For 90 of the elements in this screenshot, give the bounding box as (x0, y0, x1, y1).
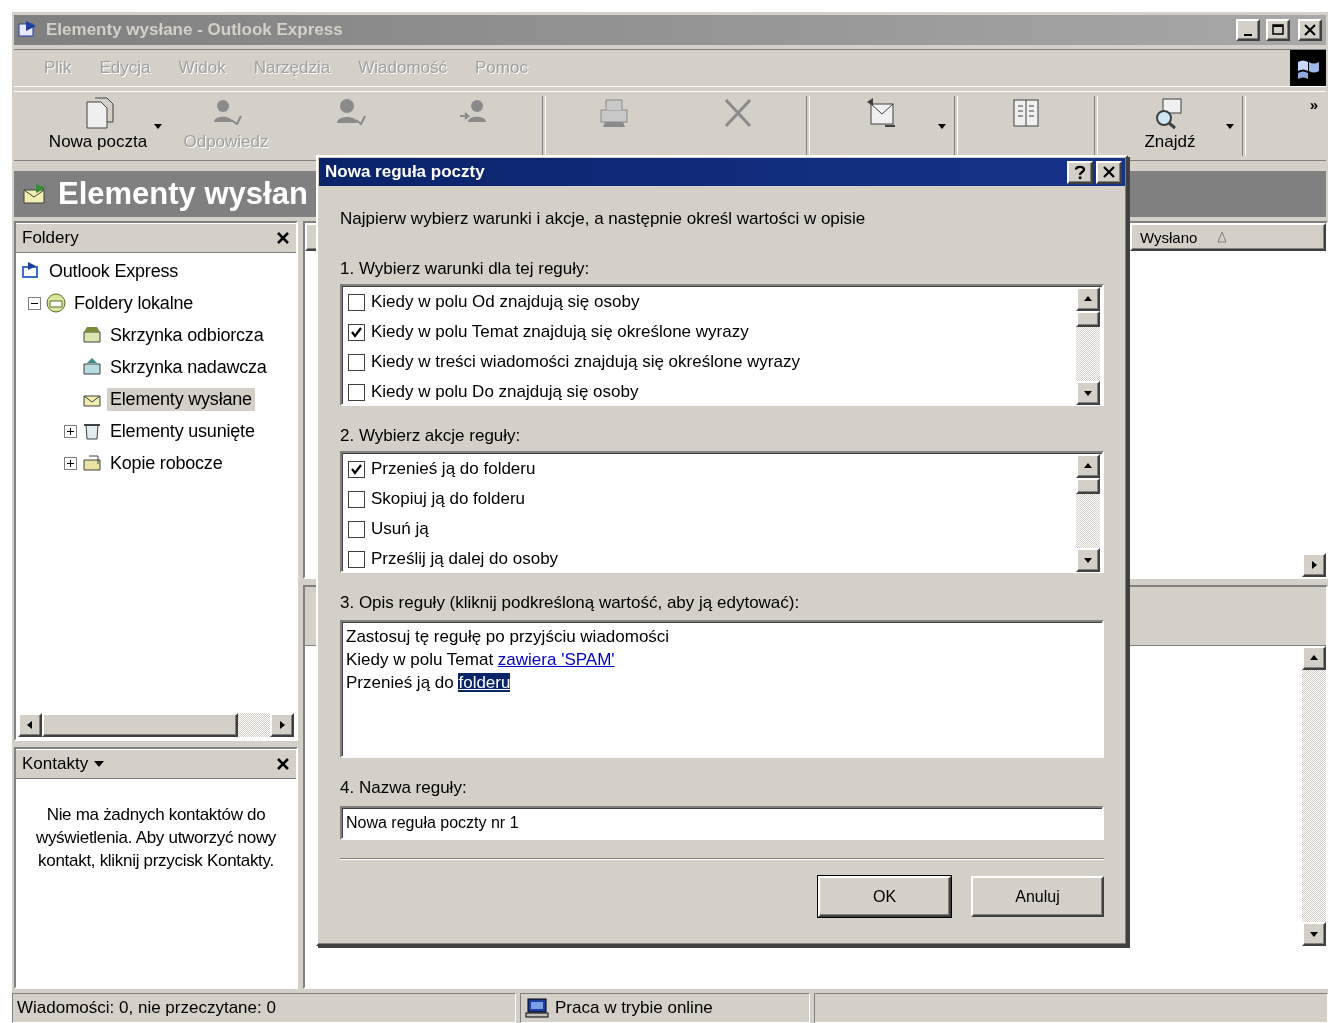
tree-item[interactable]: Foldery lokalne (71, 291, 197, 315)
link[interactable]: folderu (458, 673, 511, 692)
dialog-title: Nowa reguła poczty (325, 162, 486, 182)
checkbox-label: Przenieś ją do folderu (371, 459, 536, 479)
instruction-text: Najpierw wybierz warunki i akcje, a następnie określ wartości w opisie (340, 209, 867, 230)
checkbox[interactable] (348, 383, 365, 401)
section-label: 3. Opis reguły (kliknij podkreśloną wartość, aby ją edytować): (340, 593, 801, 613)
checkbox[interactable] (348, 293, 365, 311)
checkbox-label: Prześlij ją dalej do osoby (371, 549, 559, 569)
pane-title: Foldery (22, 228, 79, 248)
dialog-button[interactable]: OK (818, 876, 951, 917)
close-icon (1303, 24, 1317, 36)
checkbox-label: Kiedy w polu Od znajdują się osoby (371, 292, 640, 312)
drafts-icon (81, 452, 103, 474)
local-folders-icon (45, 292, 67, 314)
scrollbar[interactable] (18, 713, 294, 737)
maximize-icon (1271, 24, 1285, 36)
scrollbar[interactable] (1302, 646, 1326, 946)
checkbox-label: Usuń ją (371, 519, 429, 539)
close-icon[interactable] (276, 231, 290, 245)
checkbox-label: Kiedy w polu Do znajdują się osoby (371, 382, 639, 402)
input-field[interactable]: Nowa reguła poczty nr 1 (340, 806, 1104, 840)
scroll-thumb[interactable] (1076, 478, 1100, 494)
tree-item[interactable]: Outlook Express (46, 259, 182, 283)
description-line: Przenieś ją do folderu (346, 672, 512, 694)
status-text: Wiadomości: 0, nie przeczytane: 0 (12, 993, 516, 1023)
caret-icon (938, 124, 946, 130)
scroll-arrow-button[interactable] (1076, 287, 1100, 311)
caret-icon (1226, 124, 1234, 130)
outbox-icon (81, 356, 103, 378)
checkbox[interactable] (348, 323, 365, 341)
link[interactable]: zawiera 'SPAM' (497, 650, 615, 669)
close-icon (1103, 166, 1115, 178)
printer-icon (597, 96, 631, 130)
status-text: Praca w trybie online (555, 998, 713, 1018)
checkbox[interactable] (348, 353, 365, 371)
close-icon[interactable] (276, 757, 290, 771)
section-label: 2. Wybierz akcje reguły: (340, 426, 522, 446)
window-title: Elementy wysłane - Outlook Express (46, 20, 344, 40)
sort-icon (1217, 231, 1228, 243)
close-button[interactable] (1096, 160, 1122, 184)
computer-icon (525, 998, 549, 1018)
toolbar-button[interactable]: Nowa poczta (32, 92, 164, 160)
tree-item[interactable]: Skrzynka odbiorcza (107, 323, 267, 347)
help-icon (1074, 164, 1086, 180)
checkbox[interactable] (348, 520, 365, 538)
flag-logo-icon (1298, 60, 1319, 79)
scrollbar[interactable] (1076, 287, 1100, 405)
checkbox[interactable] (348, 550, 365, 568)
caret-icon (154, 124, 162, 130)
check-icon (350, 462, 363, 476)
expand-icon[interactable] (64, 456, 77, 470)
folder-title: Elementy wysłan (58, 176, 308, 212)
section-label: 4. Nazwa reguły: (340, 778, 468, 798)
checkbox-label: Skopiuj ją do folderu (371, 489, 526, 509)
toolbar-button[interactable]: Znajdź (1104, 92, 1236, 160)
scroll-arrow-button[interactable] (1302, 922, 1326, 946)
scroll-thumb[interactable] (1076, 311, 1100, 327)
check-icon (350, 325, 363, 339)
tree-item[interactable]: Skrzynka nadawcza (107, 355, 270, 379)
scroll-arrow-button[interactable] (1302, 553, 1326, 577)
scroll-thumb[interactable] (42, 713, 238, 737)
scroll-arrow-button[interactable] (270, 713, 294, 737)
caret-icon[interactable] (94, 761, 105, 767)
scrollbar[interactable] (1076, 454, 1100, 572)
scroll-arrow-button[interactable] (1076, 548, 1100, 572)
tree-item[interactable]: Elementy usunięte (107, 419, 258, 443)
tree-item[interactable]: Elementy wysłane (107, 387, 255, 411)
minimize-icon (1244, 34, 1252, 36)
scroll-arrow-button[interactable] (18, 713, 42, 737)
overflow-button[interactable]: » (1301, 92, 1326, 160)
pane-title[interactable]: Kontakty (22, 754, 89, 774)
collapse-icon[interactable] (28, 296, 41, 310)
section-label: 1. Wybierz warunki dla tej reguły: (340, 259, 591, 279)
scroll-arrow-button[interactable] (1076, 381, 1100, 405)
expand-icon[interactable] (64, 424, 77, 438)
description-line: Zastosuj tę regułę po przyjściu wiadomości (346, 626, 671, 648)
checkbox[interactable] (348, 460, 365, 478)
inbox-icon (81, 324, 103, 346)
checkbox-label: Kiedy w polu Temat znajdują się określone wyrazy (371, 322, 749, 342)
scroll-arrow-button[interactable] (1076, 454, 1100, 478)
column-header[interactable]: Wysłano (1130, 223, 1326, 251)
checkbox-label: Kiedy w treści wiadomości znajdują się określone wyrazy (371, 352, 800, 372)
description-line: Kiedy w polu Temat zawiera 'SPAM' (346, 649, 616, 671)
dialog-button[interactable]: Anuluj (971, 876, 1104, 917)
empty-message: Nie ma żadnych kontaktów do wyświetlenia. Aby utworzyć nowy kontakt, kliknij przycisk Kontakty. (34, 804, 278, 872)
help-button[interactable] (1067, 160, 1093, 184)
scroll-arrow-button[interactable] (1302, 646, 1326, 670)
checkbox[interactable] (348, 490, 365, 508)
tree-item[interactable]: Kopie robocze (107, 451, 226, 475)
